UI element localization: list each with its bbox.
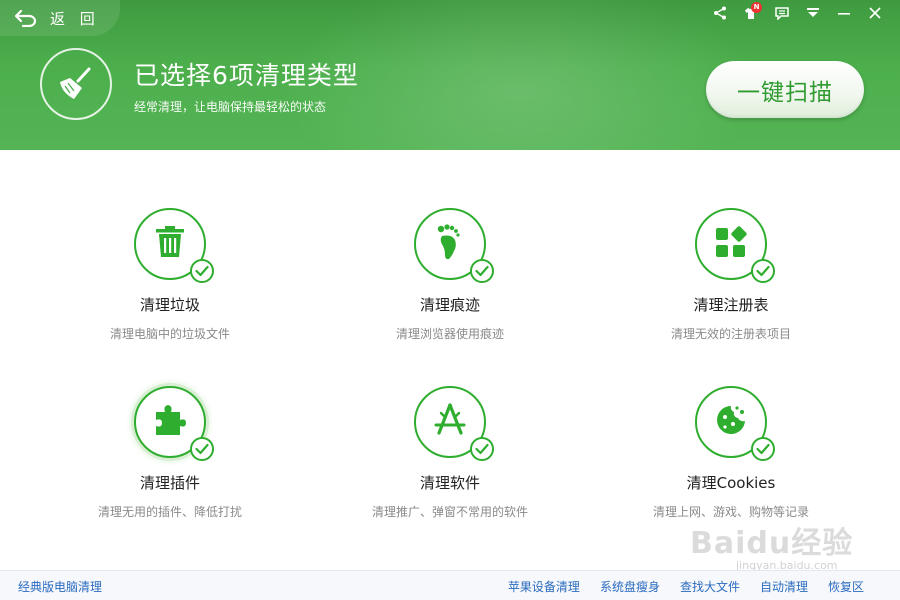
back-label: 返 回 bbox=[50, 9, 100, 28]
close-icon[interactable] bbox=[859, 4, 890, 22]
skin-icon[interactable]: N bbox=[735, 2, 766, 22]
broom-logo-icon bbox=[40, 48, 112, 120]
item-ring[interactable] bbox=[695, 208, 775, 283]
checkmark-icon[interactable] bbox=[470, 259, 494, 283]
cookie-icon bbox=[713, 402, 749, 442]
header-banner: 返 回 N 已选择6项清理类型 经常清理，让电脑保持最轻松的状态 一键扫描 bbox=[0, 0, 900, 150]
puzzle-icon bbox=[152, 402, 188, 442]
baidu-watermark: Baidu经验 jingyan.baidu.com bbox=[690, 518, 860, 574]
minimize-icon[interactable] bbox=[828, 4, 859, 22]
footer-link-find-large-files[interactable]: 查找大文件 bbox=[680, 578, 740, 595]
item-desc: 清理上网、游戏、购物等记录 bbox=[652, 505, 809, 519]
page-title: 已选择6项清理类型 bbox=[134, 61, 359, 90]
item-desc: 清理电脑中的垃圾文件 bbox=[109, 327, 230, 341]
checkmark-icon[interactable] bbox=[190, 437, 214, 461]
item-desc: 清理无效的注册表项目 bbox=[670, 327, 791, 341]
footer-link-system-disk-slim[interactable]: 系统盘瘦身 bbox=[600, 578, 660, 595]
checkmark-icon[interactable] bbox=[470, 437, 494, 461]
item-name: 清理软件 bbox=[419, 474, 480, 492]
clean-item-plugins[interactable]: 清理插件 清理无用的插件、降低打扰 bbox=[40, 386, 300, 520]
checkmark-icon[interactable] bbox=[751, 259, 775, 283]
trash-icon bbox=[152, 224, 188, 264]
item-ring[interactable] bbox=[414, 386, 494, 461]
share-icon[interactable] bbox=[704, 4, 735, 22]
item-ring[interactable] bbox=[134, 208, 214, 283]
back-arrow-icon bbox=[14, 9, 38, 27]
item-ring[interactable] bbox=[134, 386, 214, 461]
clean-item-cookies[interactable]: 清理Cookies 清理上网、游戏、购物等记录 bbox=[601, 386, 861, 520]
back-button[interactable]: 返 回 bbox=[0, 0, 120, 36]
footer-links: 苹果设备清理 系统盘瘦身 查找大文件 自动清理 恢复区 bbox=[508, 578, 864, 595]
item-ring[interactable] bbox=[414, 208, 494, 283]
clean-item-trash[interactable]: 清理垃圾 清理电脑中的垃圾文件 bbox=[40, 208, 300, 342]
checkmark-icon[interactable] bbox=[190, 259, 214, 283]
classic-clean-link[interactable]: 经典版电脑清理 bbox=[18, 578, 102, 595]
notification-badge: N bbox=[751, 2, 762, 13]
footer-link-recovery-area[interactable]: 恢复区 bbox=[828, 578, 864, 595]
item-desc: 清理推广、弹窗不常用的软件 bbox=[371, 505, 528, 519]
footprint-icon bbox=[432, 223, 468, 265]
clean-item-software[interactable]: 清理软件 清理推广、弹窗不常用的软件 bbox=[320, 386, 580, 520]
appstore-icon bbox=[431, 402, 469, 442]
watermark-main: Baidu经验 bbox=[690, 526, 854, 561]
page-subtitle: 经常清理，让电脑保持最轻松的状态 bbox=[134, 100, 327, 114]
checkmark-icon[interactable] bbox=[751, 437, 775, 461]
item-name: 清理插件 bbox=[139, 474, 200, 492]
feedback-icon[interactable] bbox=[766, 4, 797, 22]
item-desc: 清理无用的插件、降低打扰 bbox=[97, 505, 242, 519]
clean-item-traces[interactable]: 清理痕迹 清理浏览器使用痕迹 bbox=[320, 208, 580, 342]
footer-bar: 经典版电脑清理 苹果设备清理 系统盘瘦身 查找大文件 自动清理 恢复区 bbox=[0, 570, 900, 600]
registry-icon bbox=[713, 224, 749, 264]
item-name: 清理垃圾 bbox=[139, 296, 200, 314]
footer-link-apple-device[interactable]: 苹果设备清理 bbox=[508, 578, 580, 595]
footer-link-auto-clean[interactable]: 自动清理 bbox=[760, 578, 808, 595]
item-name: 清理注册表 bbox=[693, 296, 769, 314]
item-name: 清理痕迹 bbox=[419, 296, 480, 314]
item-ring[interactable] bbox=[695, 386, 775, 461]
window-controls: N bbox=[704, 2, 890, 22]
clean-item-registry[interactable]: 清理注册表 清理无效的注册表项目 bbox=[601, 208, 861, 342]
menu-icon[interactable] bbox=[797, 4, 828, 22]
item-name: 清理Cookies bbox=[686, 474, 776, 492]
item-desc: 清理浏览器使用痕迹 bbox=[395, 327, 504, 341]
one-click-scan-button[interactable]: 一键扫描 bbox=[706, 61, 864, 118]
